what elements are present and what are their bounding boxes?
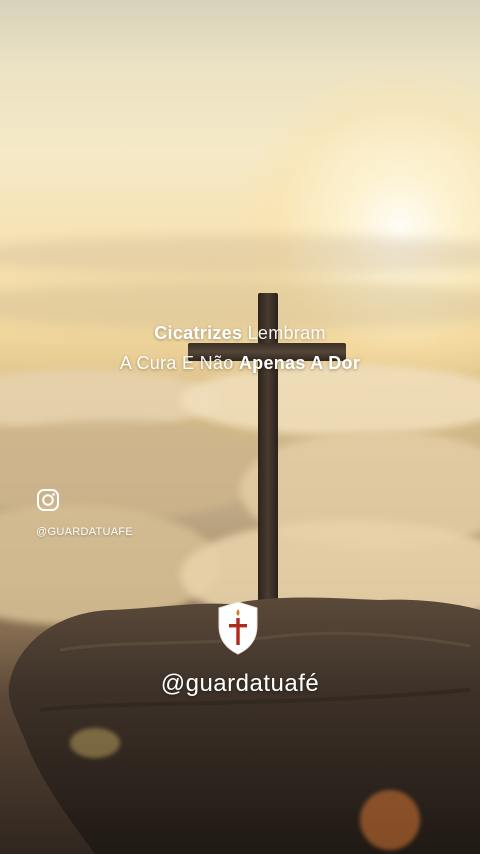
instagram-icon[interactable] [36,488,60,512]
shield-cross-icon [218,601,258,655]
instagram-handle[interactable]: @GUARDATUAFE [36,526,133,538]
video-frame: Cicatrizes Lembram A Cura E Não Apenas A… [0,0,480,854]
quote-word-lembram: Lembram [247,323,326,343]
quote-phrase-apenas-a-dor: Apenas A Dor [238,353,361,373]
quote-word-cicatrizes: Cicatrizes [154,323,243,343]
quote-line-2: A Cura E Não Apenas A Dor [0,348,480,378]
quote-phrase-a-cura: A Cura E Não [119,353,234,373]
instagram-badge[interactable]: @GUARDATUAFE [36,488,133,538]
lens-flare [360,790,420,850]
horizon-haze [0,235,480,275]
quote-line-1: Cicatrizes Lembram [0,318,480,348]
lens-flare [70,728,120,758]
brand-handle[interactable]: @guardatuafé [0,670,480,698]
quote-text: Cicatrizes Lembram A Cura E Não Apenas A… [0,318,480,378]
